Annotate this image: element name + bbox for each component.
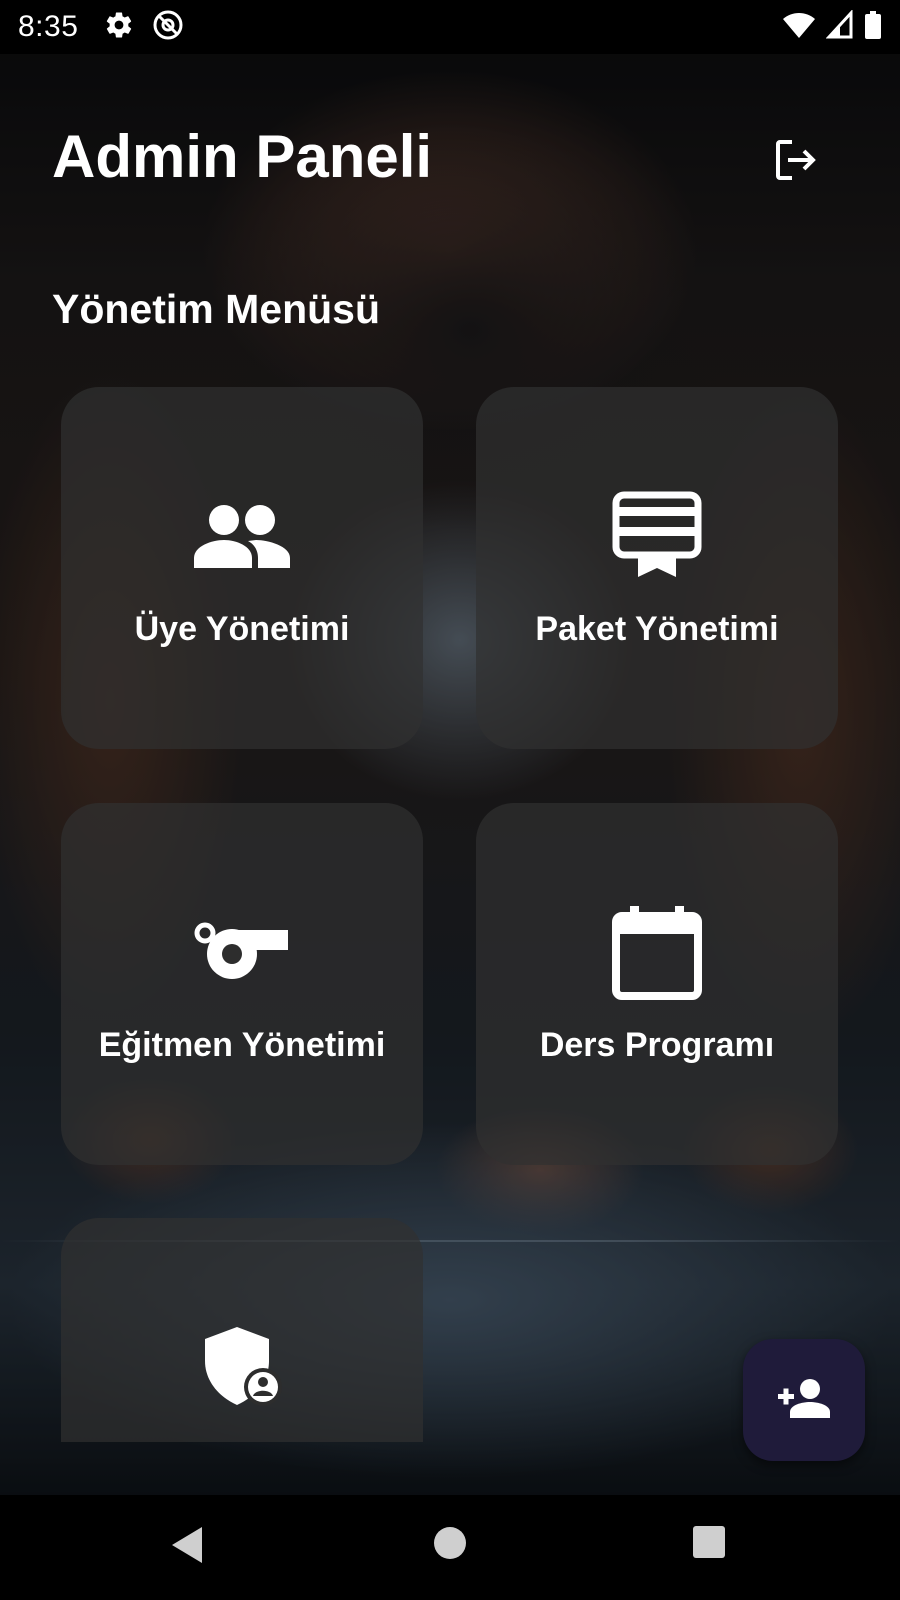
recents-icon[interactable] xyxy=(692,1525,726,1564)
logout-icon xyxy=(772,136,820,189)
status-bar: 8:35 xyxy=(0,0,900,54)
section-title: Yönetim Menüsü xyxy=(52,286,381,332)
cellular-signal-icon xyxy=(825,8,854,45)
battery-icon xyxy=(864,10,882,45)
card-label: Üye Yönetimi xyxy=(134,609,350,648)
card-membership-icon xyxy=(612,488,702,584)
admin-shield-icon xyxy=(201,1318,283,1414)
at-sign-icon xyxy=(152,9,184,46)
whistle-icon xyxy=(194,904,290,1000)
logout-button[interactable] xyxy=(766,132,826,192)
page-title: Admin Paneli xyxy=(52,123,433,190)
class-schedule-card[interactable]: Ders Programı xyxy=(476,803,838,1165)
card-label: Paket Yönetimi xyxy=(535,609,779,648)
navigation-bar xyxy=(0,1495,900,1600)
calendar-icon xyxy=(612,904,702,1000)
package-management-card[interactable]: Paket Yönetimi xyxy=(476,387,838,749)
card-label: Ders Programı xyxy=(539,1025,775,1064)
home-icon[interactable] xyxy=(432,1525,468,1566)
people-icon xyxy=(192,488,292,584)
admin-management-card[interactable] xyxy=(61,1218,423,1442)
status-right-icons xyxy=(782,8,882,45)
status-left-icons xyxy=(104,9,184,46)
trainer-management-card[interactable]: Eğitmen Yönetimi xyxy=(61,803,423,1165)
status-time: 8:35 xyxy=(18,10,79,43)
wifi-icon xyxy=(782,10,816,45)
settings-icon xyxy=(104,10,134,45)
add-member-fab[interactable] xyxy=(743,1339,865,1461)
card-label: Eğitmen Yönetimi xyxy=(98,1025,386,1064)
member-management-card[interactable]: Üye Yönetimi xyxy=(61,387,423,749)
back-icon[interactable] xyxy=(170,1525,206,1570)
person-add-icon xyxy=(778,1378,830,1423)
